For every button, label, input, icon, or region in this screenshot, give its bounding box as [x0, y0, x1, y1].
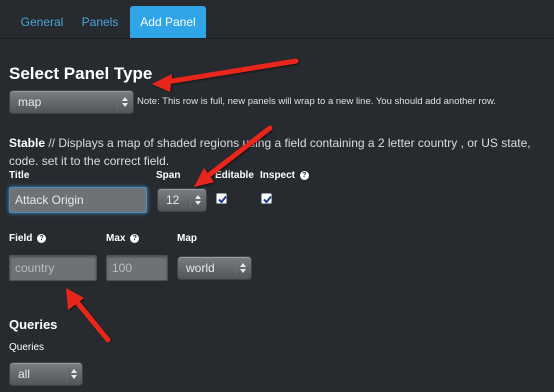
span-select[interactable]: 12 — [157, 188, 207, 212]
inspect-label-text: Inspect — [260, 170, 296, 181]
editable-label: Editable — [215, 170, 254, 181]
annotation-arrow-icon — [66, 288, 111, 343]
panel-description: Stable // Displays a map of shaded regio… — [9, 134, 554, 170]
inspect-checkbox[interactable] — [261, 193, 272, 204]
help-icon[interactable]: ? — [130, 233, 140, 243]
max-input[interactable]: 100 — [106, 255, 168, 281]
field-label: Field ? — [9, 233, 47, 244]
queries-label: Queries — [9, 342, 45, 353]
field-label-text: Field — [9, 233, 33, 244]
caret-updown-icon — [117, 94, 129, 110]
panel-description-text: // Displays a map of shaded regions usin… — [9, 136, 531, 168]
help-icon[interactable]: ? — [299, 170, 309, 180]
tab-general[interactable]: General — [9, 6, 75, 38]
panel-type-select[interactable]: map — [9, 90, 134, 114]
map-select[interactable]: world — [177, 256, 252, 280]
field-input[interactable]: country — [9, 255, 97, 281]
map-select-value: world — [186, 261, 215, 275]
inspect-label: Inspect ? — [260, 170, 309, 181]
caret-updown-icon — [190, 192, 202, 208]
map-label: Map — [177, 233, 197, 244]
title-input[interactable]: Attack Origin — [9, 187, 147, 213]
panel-type-select-value: map — [18, 95, 42, 109]
checkmark-icon — [218, 195, 227, 204]
max-label: Max ? — [106, 233, 140, 244]
checkmark-icon — [263, 195, 272, 204]
span-label: Span — [156, 170, 181, 181]
help-icon[interactable]: ? — [37, 233, 47, 243]
panel-type-name: Stable — [9, 136, 46, 150]
editable-checkbox[interactable] — [216, 193, 227, 204]
max-label-text: Max — [106, 233, 126, 244]
tab-panels[interactable]: Panels — [75, 6, 125, 38]
annotation-arrow-icon — [152, 58, 299, 92]
span-select-value: 12 — [166, 193, 180, 207]
queries-select-value: all — [18, 367, 31, 381]
select-panel-type-heading: Select Panel Type — [9, 64, 153, 83]
queries-heading: Queries — [9, 317, 58, 332]
title-label: Title — [9, 170, 30, 181]
tab-add-panel[interactable]: Add Panel — [130, 6, 206, 38]
caret-updown-icon — [66, 366, 78, 382]
tab-bar: General Panels Add Panel — [0, 0, 554, 39]
queries-select[interactable]: all — [9, 362, 83, 386]
caret-updown-icon — [235, 260, 247, 276]
row-full-note: Note: This row is full, new panels will … — [137, 96, 496, 107]
